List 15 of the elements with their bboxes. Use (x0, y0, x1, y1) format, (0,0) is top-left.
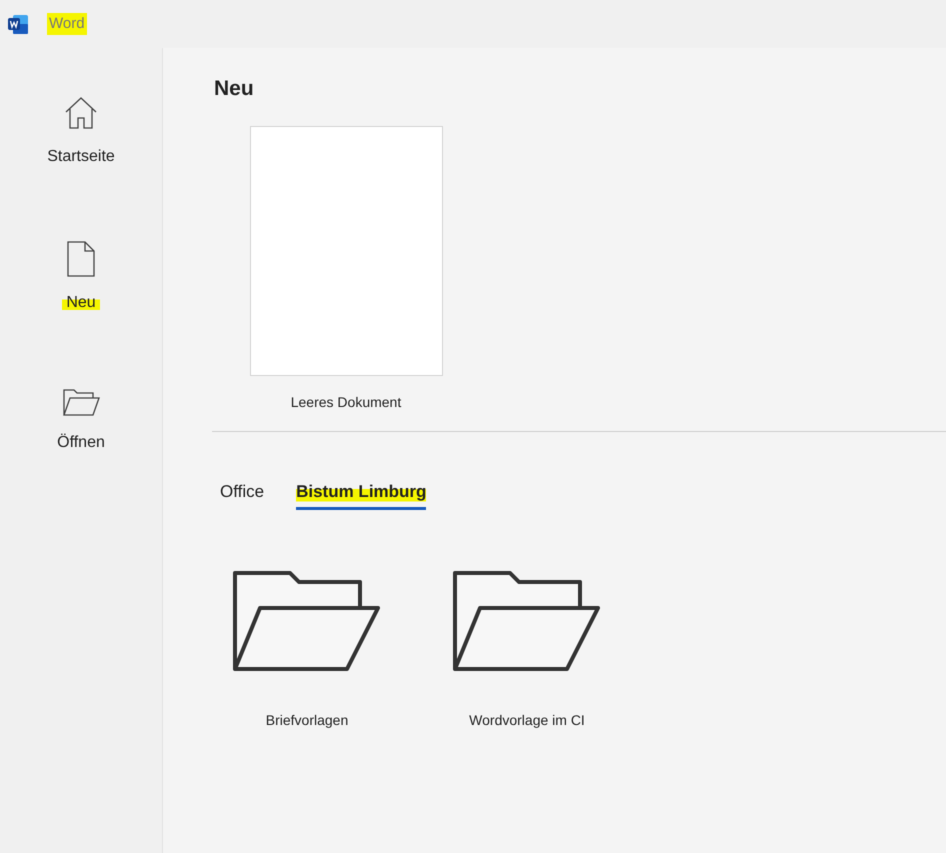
blank-document-thumbnail[interactable] (250, 126, 442, 376)
page-heading: Neu (214, 76, 254, 102)
template-folder[interactable]: Wordvorlage im CI (434, 570, 620, 731)
template-tab[interactable]: Office (220, 478, 264, 510)
folder-icon (452, 570, 602, 672)
folder-icon (232, 570, 382, 672)
template-folder[interactable]: Briefvorlagen (214, 570, 400, 731)
folder-icon (62, 387, 100, 417)
sidebar-item[interactable]: Öffnen (11, 385, 151, 457)
document-icon (66, 241, 96, 277)
app-title: Word (47, 12, 87, 36)
home-icon (63, 95, 99, 131)
sidebar-item[interactable]: Startseite (11, 93, 151, 171)
app-logo-icon (8, 14, 29, 34)
template-label: Leeres Dokument (290, 392, 402, 412)
